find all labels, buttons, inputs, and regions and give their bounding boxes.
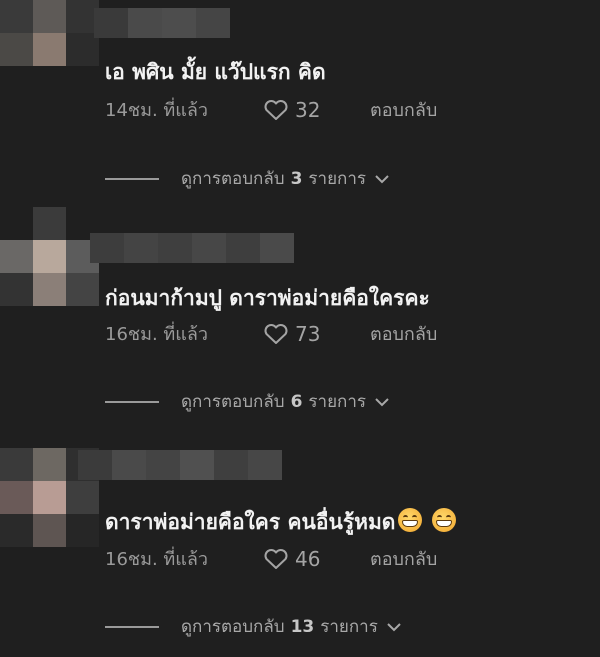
username[interactable] [78,450,282,480]
comment-text-body: ดาราพ่อม่ายคือใคร คนอื่นรู้หมด [105,510,396,534]
avatar[interactable] [0,0,99,66]
reply-count: 13 [290,616,315,637]
reply-count: 6 [290,391,303,412]
heart-icon [264,548,288,569]
like-count: 73 [295,321,321,346]
like-count: 32 [295,97,321,122]
reply-button[interactable]: ตอบกลับ [370,319,437,348]
view-replies-button[interactable]: ดูการตอบกลับ 3 รายการ [105,165,390,192]
like-button[interactable]: 46 [263,547,370,571]
reply-count: 3 [290,168,303,189]
comment-text: ดาราพ่อม่ายคือใคร คนอื่นรู้หมด [105,506,457,539]
divider [105,400,159,403]
comments-panel: เอ พศิน มั้ย แว๊ปแรก คิด 14ชม. ที่แล้ว 3… [0,0,600,657]
comment-meta: 14ชม. ที่แล้ว 32 ตอบกลับ [105,95,437,124]
view-replies-button[interactable]: ดูการตอบกลับ 6 รายการ [105,388,390,415]
comment-meta: 16ชม. ที่แล้ว 46 ตอบกลับ [105,544,437,573]
chevron-down-icon [375,174,389,183]
comment-meta: 16ชม. ที่แล้ว 73 ตอบกลับ [105,319,437,348]
view-replies-prefix: ดูการตอบกลับ [181,169,285,189]
grinning-face-emoji [398,508,423,532]
comment-time: 16ชม. ที่แล้ว [105,324,209,345]
view-replies-suffix: รายการ [308,392,367,412]
divider [105,177,159,180]
comment-time: 14ชม. ที่แล้ว [105,100,209,121]
comment-text: ก่อนมาก้ามปู ดาราพ่อม่ายคือใครคะ [105,286,430,310]
view-replies-button[interactable]: ดูการตอบกลับ 13 รายการ [105,613,402,640]
heart-icon [264,99,288,120]
chevron-down-icon [375,397,389,406]
username[interactable] [94,8,230,38]
avatar[interactable] [0,207,99,306]
comment-time: 16ชม. ที่แล้ว [105,549,209,570]
view-replies-suffix: รายการ [320,617,378,637]
reply-button[interactable]: ตอบกลับ [370,544,437,573]
comment-text: เอ พศิน มั้ย แว๊ปแรก คิด [105,60,326,84]
like-button[interactable]: 32 [263,98,370,122]
grinning-face-emoji [432,508,457,532]
like-count: 46 [295,546,321,571]
chevron-down-icon [387,622,401,631]
reply-button[interactable]: ตอบกลับ [370,95,437,124]
view-replies-suffix: รายการ [308,169,367,189]
like-button[interactable]: 73 [263,322,370,346]
divider [105,625,159,628]
view-replies-prefix: ดูการตอบกลับ [181,392,285,412]
view-replies-prefix: ดูการตอบกลับ [181,617,285,637]
username[interactable] [90,233,294,263]
heart-icon [264,323,288,344]
